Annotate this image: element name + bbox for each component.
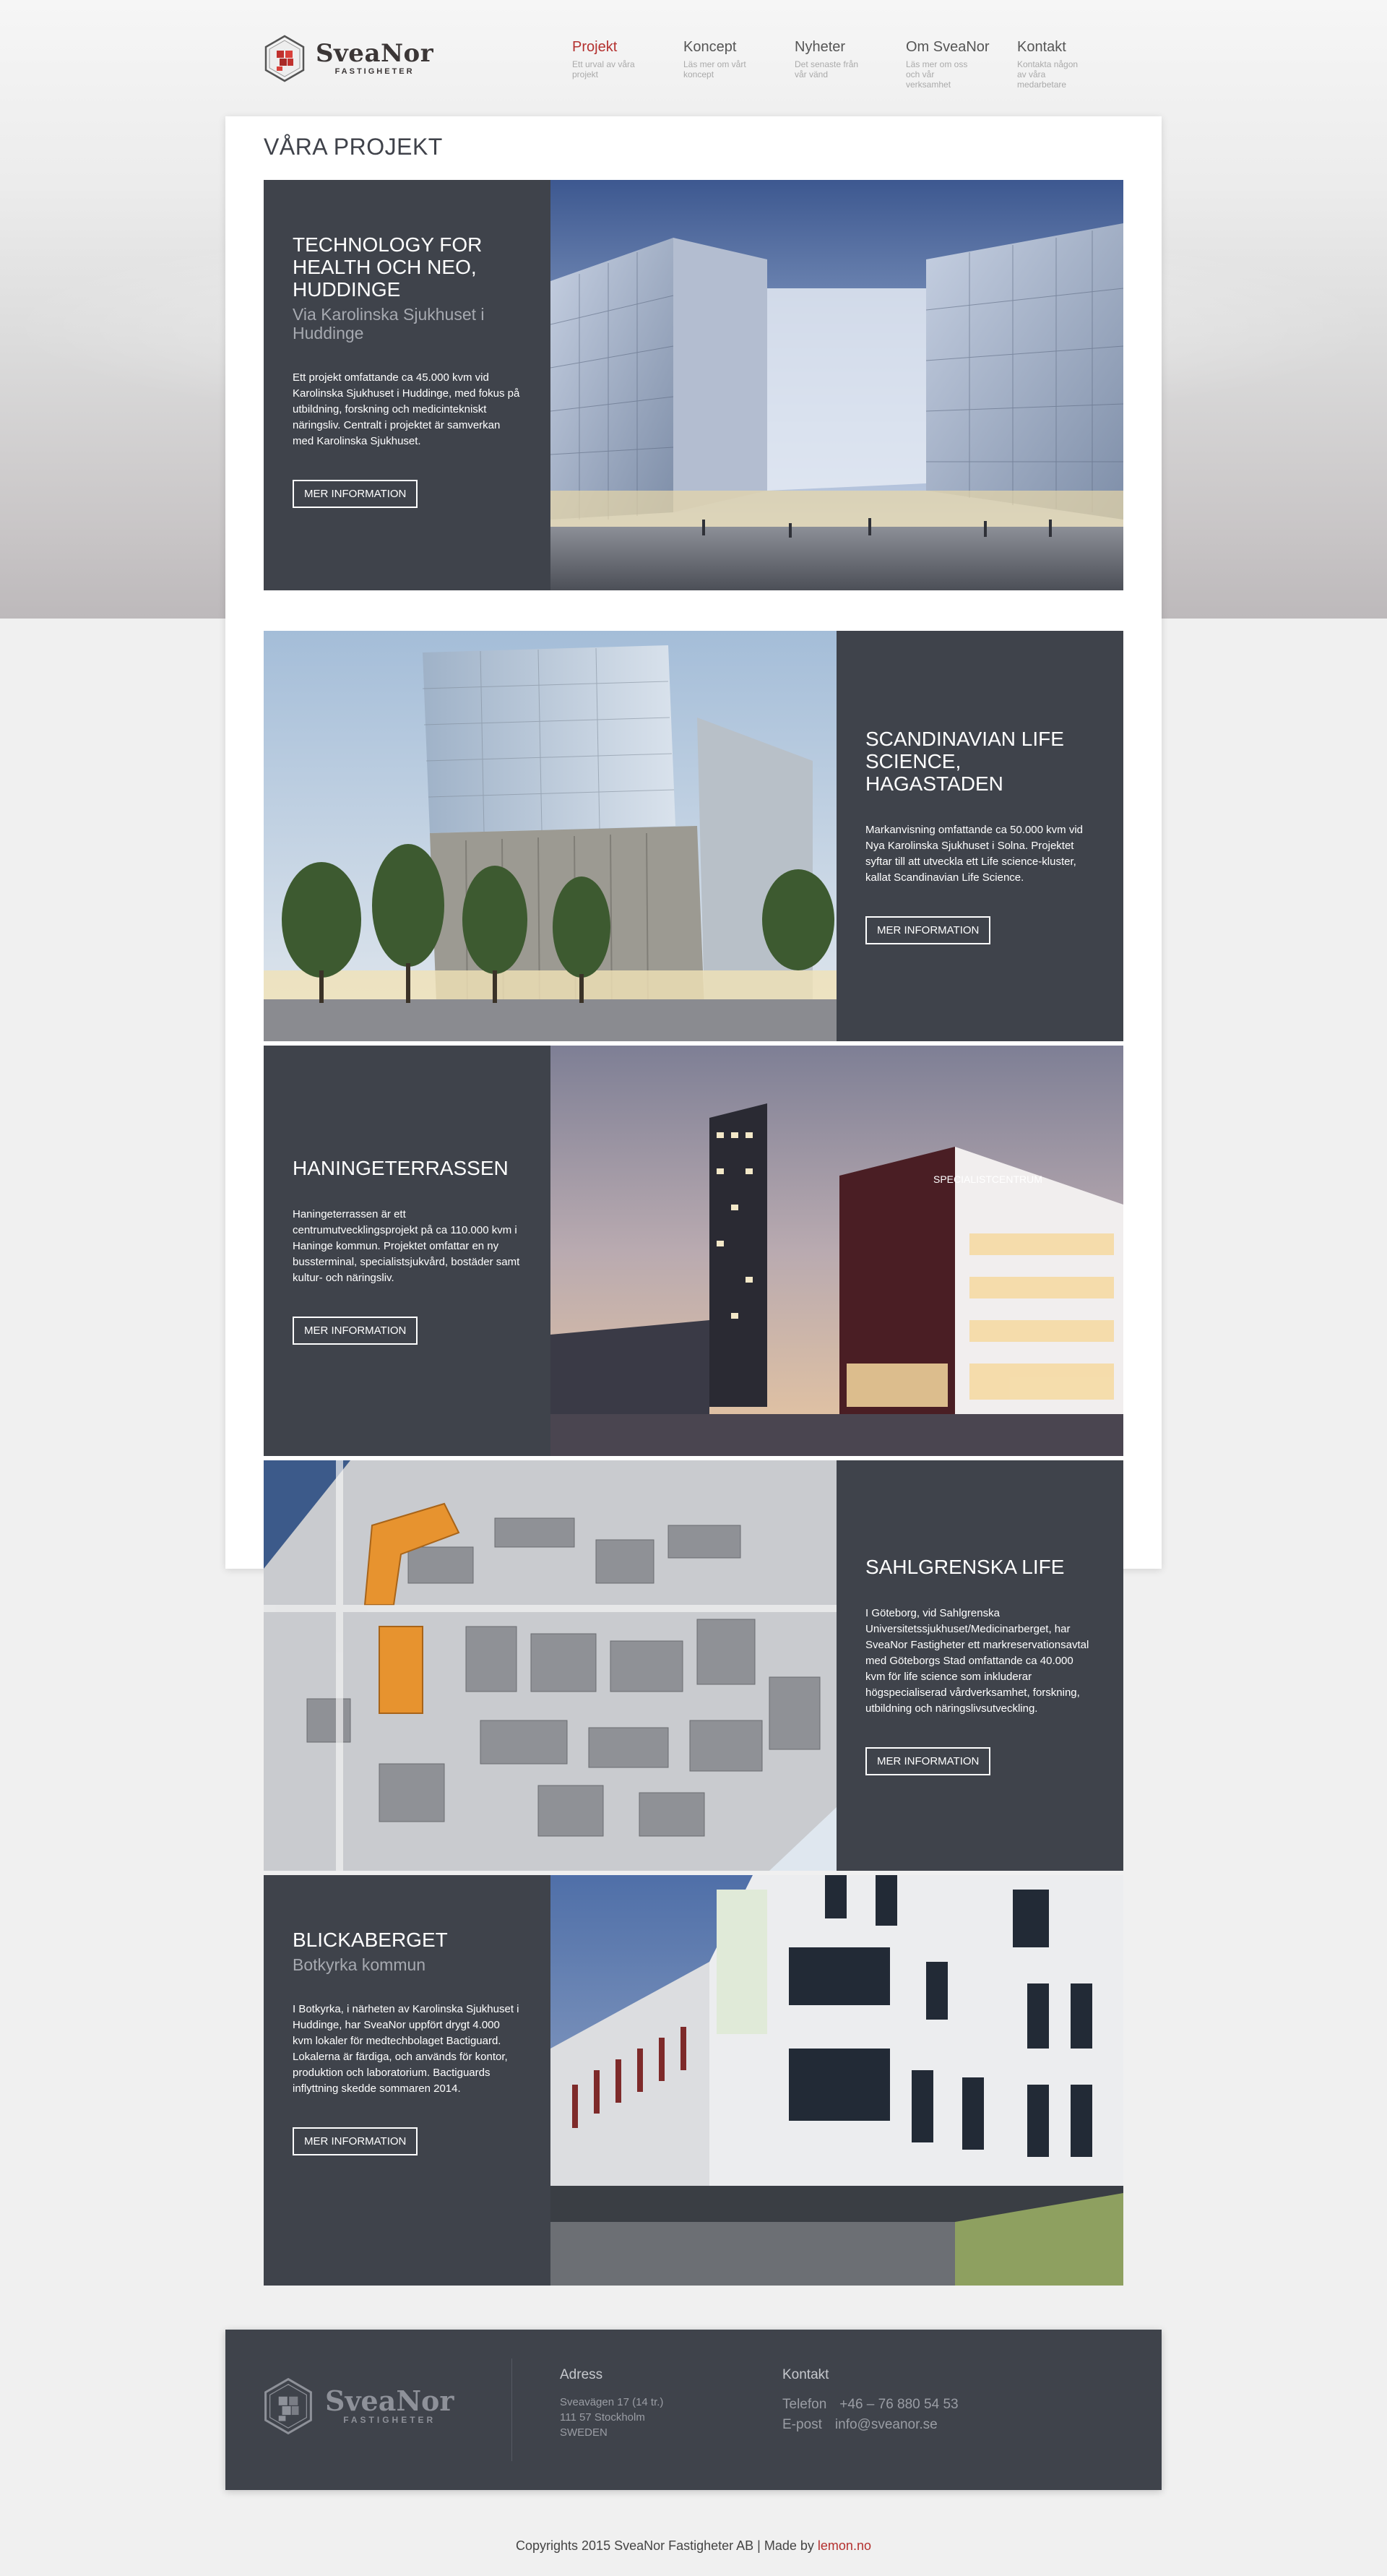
address-line: Sveavägen 17 (14 tr.): [560, 2396, 664, 2408]
nav-title: Om SveaNor: [906, 39, 990, 55]
project-card: HANINGETERRASSEN Haningeterrassen är ett…: [264, 1046, 1123, 1456]
more-info-button[interactable]: MER INFORMATION: [293, 480, 418, 508]
logo-name: SveaNor: [316, 39, 434, 68]
project-image: SPECIALISTCENTRUM: [550, 1046, 1123, 1456]
address-line: SWEDEN: [560, 2426, 608, 2439]
nav-title: Kontakt: [1017, 39, 1066, 55]
white-office-building-photo: [550, 1875, 1123, 2286]
more-info-button[interactable]: MER INFORMATION: [865, 916, 991, 944]
project-text: SCANDINAVIAN LIFE SCIENCE, HAGASTADEN Ma…: [837, 631, 1123, 1041]
project-subtitle: Botkyrka kommun: [293, 1955, 426, 1974]
address-line: 111 57 Stockholm: [560, 2411, 645, 2424]
more-info-button[interactable]: MER INFORMATION: [293, 1317, 418, 1345]
project-title: TECHNOLOGY FOR HEALTH OCH NEO, HUDDINGE: [293, 233, 483, 301]
site-footer: SveaNor FASTIGHETER Adress Sveavägen 17 …: [225, 2330, 1162, 2490]
nav-description: Läs mer om oss och vår verksamhet: [906, 59, 968, 90]
footer-address: Adress Sveavägen 17 (14 tr.) 111 57 Stoc…: [560, 2367, 663, 2440]
nav-description: Kontakta någon av våra medarbetare: [1017, 59, 1079, 90]
project-text: HANINGETERRASSEN Haningeterrassen är ett…: [264, 1046, 550, 1456]
project-image: [264, 1460, 837, 1871]
tower-with-trees-illustration: [264, 631, 837, 1041]
sign-text: SPECIALISTCENTRUM: [933, 1173, 1042, 1185]
phone-row: Telefon +46 – 76 880 54 53: [782, 2395, 959, 2415]
project-card: SAHLGRENSKA LIFE I Göteborg, vid Sahlgre…: [264, 1460, 1123, 1871]
project-description: Ett projekt omfattande ca 45.000 kvm vid…: [293, 371, 520, 447]
project-description: I Göteborg, vid Sahlgrenska Universitets…: [865, 1607, 1089, 1715]
email-label: E-post: [782, 2417, 822, 2432]
email-link[interactable]: info@sveanor.se: [835, 2417, 938, 2432]
city-model-aerial: [264, 1460, 837, 1871]
projects-panel: VÅRA PROJEKT TECHNOLOGY FOR HEALTH OCH N…: [225, 116, 1162, 2286]
brand-logo[interactable]: SveaNor FASTIGHETER: [264, 35, 433, 82]
nav-item-koncept[interactable]: Koncept Läs mer om vårt koncept: [683, 38, 795, 90]
project-description: Markanvisning omfattande ca 50.000 kvm v…: [865, 824, 1083, 884]
nav-title: Nyheter: [795, 39, 846, 55]
nav-title: Koncept: [683, 39, 737, 55]
page-title: VÅRA PROJEKT: [264, 134, 443, 160]
project-card: TECHNOLOGY FOR HEALTH OCH NEO, HUDDINGE …: [264, 180, 1123, 590]
project-text: TECHNOLOGY FOR HEALTH OCH NEO, HUDDINGE …: [264, 180, 550, 590]
site-header: SveaNor FASTIGHETER Projekt Ett urval av…: [0, 0, 1387, 116]
logo-hexagon-icon: [264, 2377, 312, 2435]
nav-description: Ett urval av våra projekt: [572, 59, 635, 79]
more-info-button[interactable]: MER INFORMATION: [293, 2127, 418, 2155]
specialistcentrum-illustration: SPECIALISTCENTRUM: [550, 1046, 1123, 1456]
nav-description: Det senaste från vår vänd: [795, 59, 859, 79]
nav-description: Läs mer om vårt koncept: [683, 59, 746, 79]
email-row: E-post info@sveanor.se: [782, 2415, 959, 2435]
project-description: Haningeterrassen är ett centrumutvecklin…: [293, 1208, 520, 1284]
nav-item-projekt[interactable]: Projekt Ett urval av våra projekt: [572, 38, 683, 90]
logo-subtitle: FASTIGHETER: [334, 67, 415, 76]
project-title: HANINGETERRASSEN: [293, 1157, 509, 1179]
nav-item-om-sveanor[interactable]: Om SveaNor Läs mer om oss och vår verksa…: [906, 38, 1017, 90]
contact-title: Kontakt: [782, 2367, 829, 2382]
footer-logo-subtitle: FASTIGHETER: [343, 2415, 436, 2425]
project-title: BLICKABERGET: [293, 1929, 448, 1951]
nav-title: Projekt: [572, 39, 618, 55]
lemon-link[interactable]: lemon.no: [818, 2538, 871, 2553]
project-text: SAHLGRENSKA LIFE I Göteborg, vid Sahlgre…: [837, 1460, 1123, 1871]
project-subtitle: Via Karolinska Sjukhuset i Huddinge: [293, 305, 485, 343]
project-text: BLICKABERGET Botkyrka kommun I Botkyrka,…: [264, 1875, 550, 2286]
project-image: [550, 1875, 1123, 2286]
more-info-button[interactable]: MER INFORMATION: [865, 1747, 991, 1775]
phone-number[interactable]: +46 – 76 880 54 53: [839, 2397, 958, 2412]
project-title: SAHLGRENSKA LIFE: [865, 1556, 1065, 1578]
project-image: [550, 180, 1123, 590]
phone-label: Telefon: [782, 2397, 827, 2412]
footer-logo-name: SveaNor: [325, 2385, 454, 2417]
project-description: I Botkyrka, i närheten av Karolinska Sju…: [293, 2003, 519, 2095]
copyright-text: Copyrights 2015 SveaNor Fastigheter AB |…: [516, 2538, 814, 2553]
copyright: Copyrights 2015 SveaNor Fastigheter AB |…: [0, 2538, 1387, 2554]
footer-contact: Kontakt Telefon +46 – 76 880 54 53 E-post…: [782, 2367, 959, 2435]
project-image: [264, 631, 837, 1041]
project-card: SCANDINAVIAN LIFE SCIENCE, HAGASTADEN Ma…: [264, 631, 1123, 1041]
nav-item-nyheter[interactable]: Nyheter Det senaste från vår vänd: [795, 38, 906, 90]
footer-divider: [511, 2359, 512, 2461]
nav-item-kontakt[interactable]: Kontakt Kontakta någon av våra medarbeta…: [1017, 38, 1128, 90]
project-card: BLICKABERGET Botkyrka kommun I Botkyrka,…: [264, 1875, 1123, 2286]
address-title: Adress: [560, 2367, 603, 2382]
main-nav: Projekt Ett urval av våra projekt Koncep…: [572, 38, 1128, 90]
glass-building-illustration: [550, 180, 1123, 590]
project-title: SCANDINAVIAN LIFE SCIENCE, HAGASTADEN: [865, 728, 1064, 795]
logo-hexagon-icon: [264, 35, 305, 82]
footer-logo[interactable]: SveaNor FASTIGHETER: [263, 2377, 454, 2435]
